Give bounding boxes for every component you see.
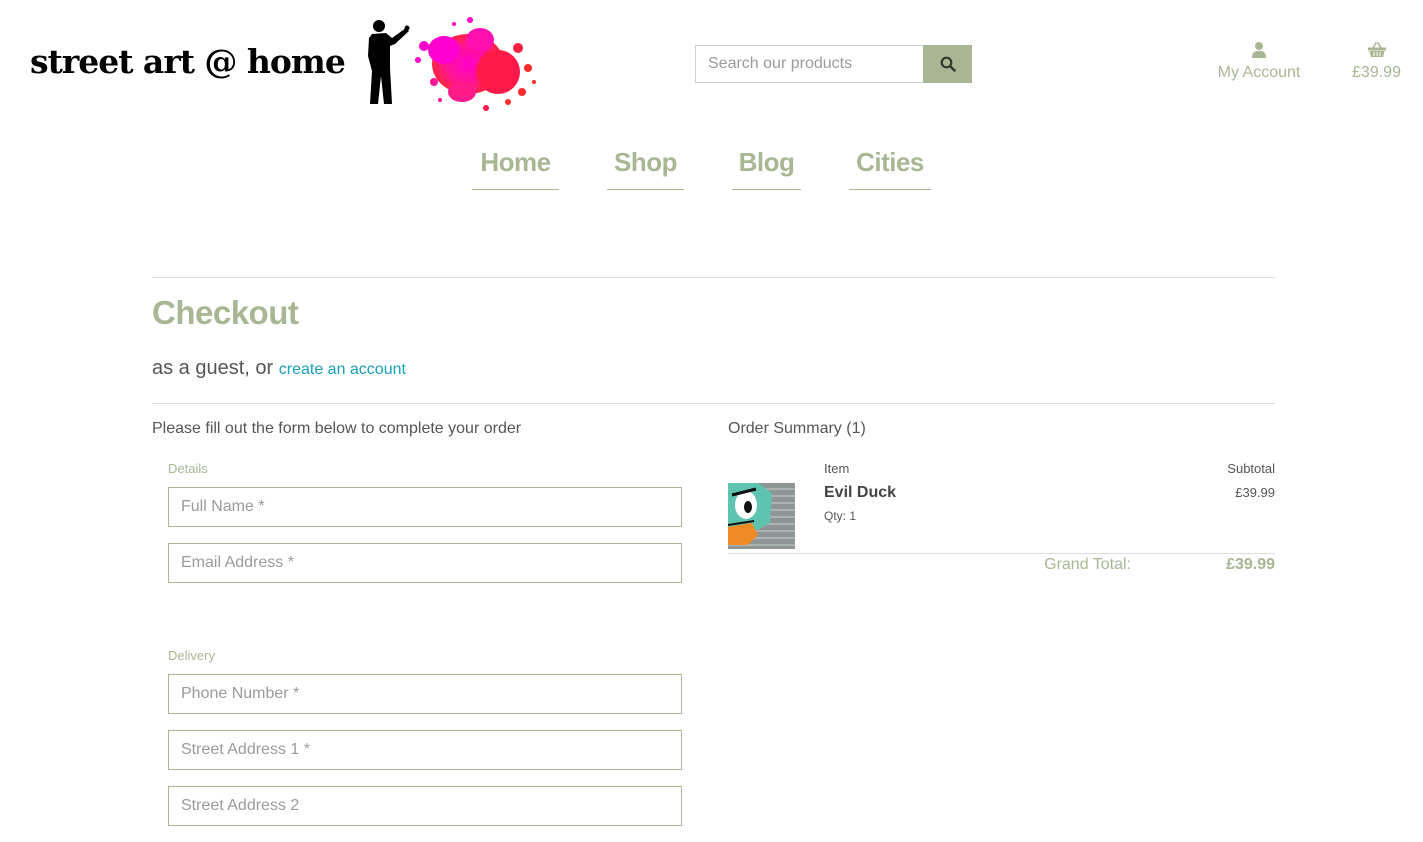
paint-splatter bbox=[415, 17, 536, 111]
nav-shop[interactable]: Shop bbox=[607, 140, 684, 190]
top-divider bbox=[152, 277, 1275, 278]
basket-icon bbox=[1367, 42, 1386, 57]
my-account-link[interactable]: My Account bbox=[1205, 40, 1313, 82]
create-account-link[interactable]: create an account bbox=[279, 361, 406, 378]
checkout-subtitle: as a guest, or create an account bbox=[152, 354, 406, 384]
item-name: Evil Duck bbox=[824, 484, 897, 501]
search-form bbox=[695, 45, 972, 83]
street-address-2-field[interactable] bbox=[168, 786, 682, 826]
nav-home[interactable]: Home bbox=[472, 140, 559, 190]
user-icon bbox=[1252, 42, 1266, 58]
subtotal-column-header: Subtotal bbox=[1227, 461, 1275, 476]
street-address-1-field[interactable] bbox=[168, 730, 682, 770]
item-subtotal: £39.99 bbox=[1235, 485, 1275, 500]
search-icon bbox=[940, 56, 956, 72]
full-name-field[interactable] bbox=[168, 487, 682, 527]
nav-blog[interactable]: Blog bbox=[732, 140, 801, 190]
email-field[interactable] bbox=[168, 543, 682, 583]
order-summary-title: Order Summary (1) bbox=[728, 420, 866, 437]
shopping-bag-link[interactable]: £39.99 bbox=[1340, 40, 1413, 82]
my-account-label: My Account bbox=[1217, 64, 1301, 81]
grand-total-value: £39.99 bbox=[1226, 556, 1275, 573]
search-input[interactable] bbox=[695, 45, 923, 83]
nav-cities[interactable]: Cities bbox=[849, 140, 931, 190]
main-nav: Home Shop Blog Cities bbox=[0, 140, 1423, 190]
section-divider bbox=[152, 403, 1275, 404]
summary-divider bbox=[728, 553, 1275, 554]
delivery-legend: Delivery bbox=[168, 648, 215, 663]
brand-text: street art @ home bbox=[30, 42, 346, 81]
basket-total: £39.99 bbox=[1352, 64, 1401, 81]
item-column-header: Item bbox=[824, 461, 850, 476]
item-quantity: Qty: 1 bbox=[824, 509, 857, 523]
details-legend: Details bbox=[168, 461, 208, 476]
graffiti-artist-silhouette bbox=[368, 20, 410, 104]
phone-field[interactable] bbox=[168, 674, 682, 714]
page-title: Checkout bbox=[152, 294, 299, 331]
product-thumbnail bbox=[728, 483, 795, 549]
guest-text: as a guest, or bbox=[152, 357, 274, 379]
search-button[interactable] bbox=[923, 45, 972, 83]
grand-total-label: Grand Total: bbox=[1044, 556, 1131, 573]
form-intro: Please fill out the form below to comple… bbox=[152, 420, 522, 437]
evil-duck-image bbox=[728, 483, 795, 549]
